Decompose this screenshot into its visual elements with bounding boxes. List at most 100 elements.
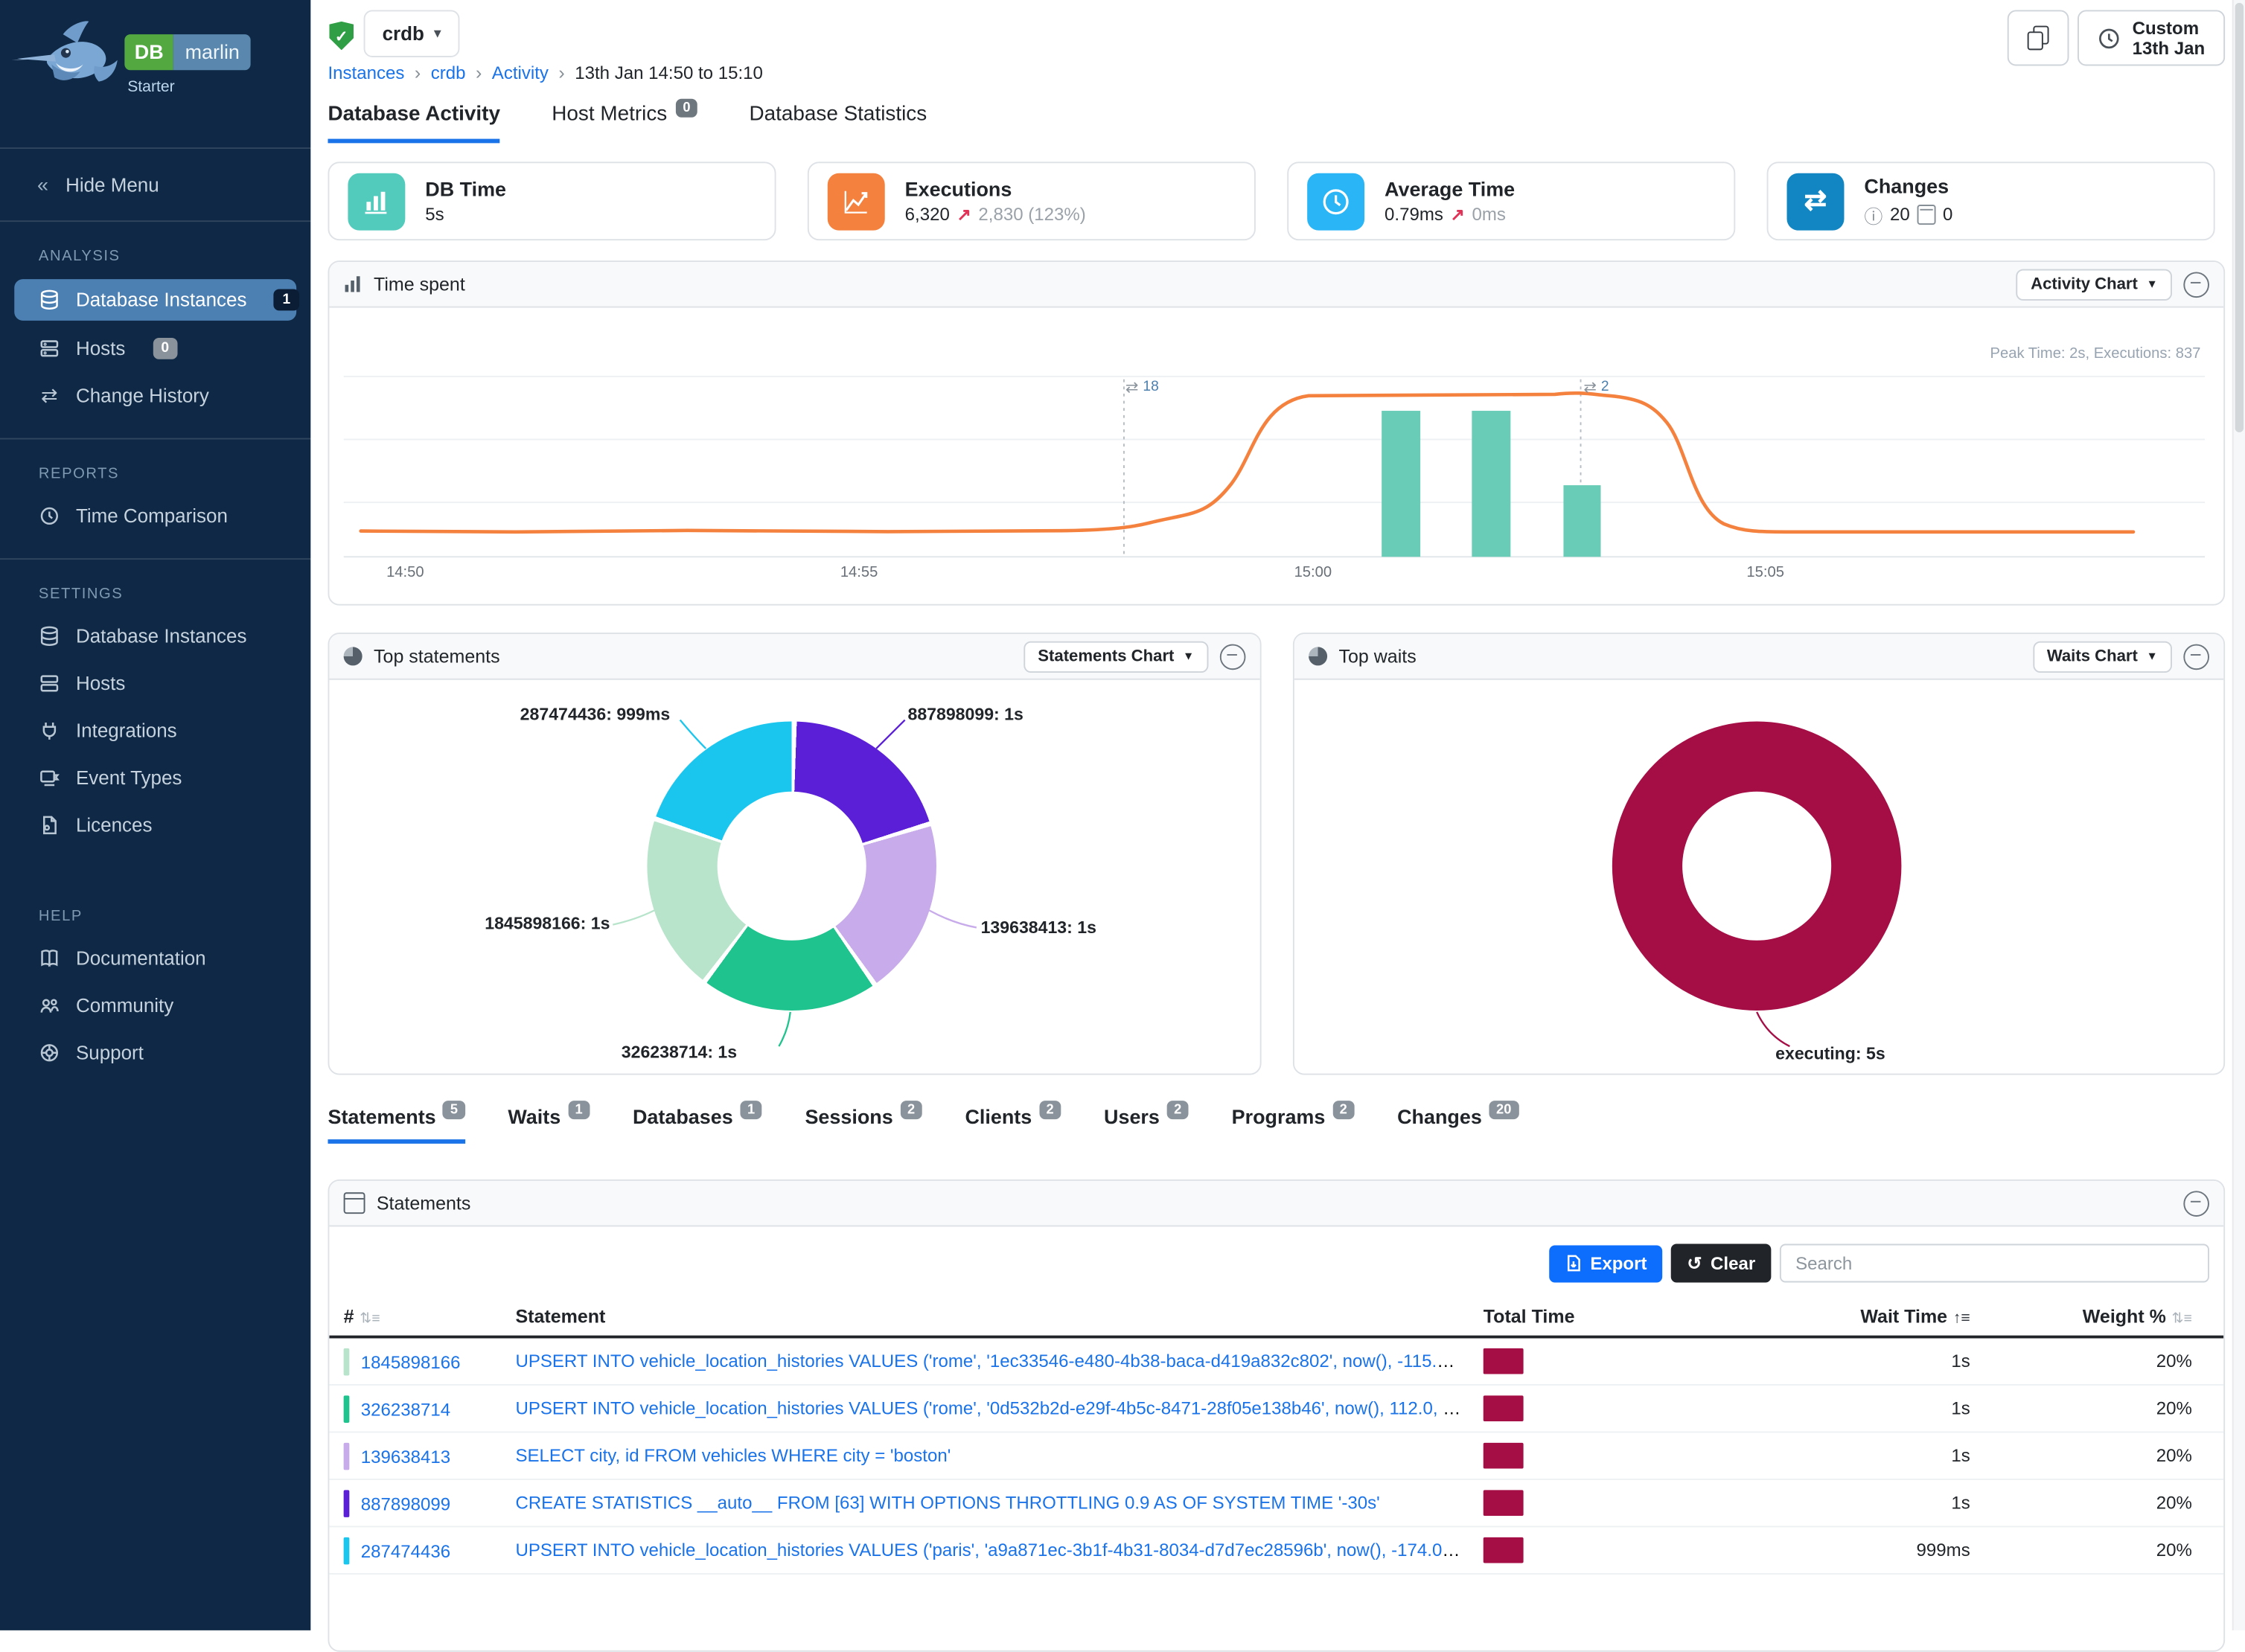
brand-logo[interactable]: DBmarlin Starter xyxy=(0,0,310,149)
clear-button[interactable]: ↺ Clear xyxy=(1671,1244,1771,1283)
sidebar-item-label: Licences xyxy=(76,814,153,836)
tab-database-activity[interactable]: Database Activity xyxy=(328,103,500,143)
scrollbar-thumb[interactable] xyxy=(2235,3,2244,432)
tab-users[interactable]: Users2 xyxy=(1104,1105,1189,1144)
weight-value: 20% xyxy=(1970,1446,2192,1466)
calendar-changes-count: 0 xyxy=(1943,205,1952,225)
tab-databases[interactable]: Databases1 xyxy=(633,1105,762,1144)
tab-programs[interactable]: Programs2 xyxy=(1232,1105,1355,1144)
slice-label: 1845898166: 1s xyxy=(467,913,610,933)
clock-icon xyxy=(39,505,60,527)
sidebar-item-support[interactable]: Support xyxy=(0,1034,310,1072)
sidebar-item-time-comparison[interactable]: Time Comparison xyxy=(0,496,310,535)
chevron-down-icon: ▼ xyxy=(2146,650,2157,662)
sidebar-item-label: Change History xyxy=(76,385,209,406)
tab-statements[interactable]: Statements5 xyxy=(328,1105,464,1144)
sidebar-item-community[interactable]: Community xyxy=(0,986,310,1025)
tab-changes[interactable]: Changes20 xyxy=(1397,1105,1519,1144)
sidebar-item-change-history[interactable]: ⇄ Change History xyxy=(0,377,310,415)
statements-donut-chart[interactable]: 887898099: 1s 139638413: 1s 326238714: 1… xyxy=(329,680,1259,1075)
statement-link[interactable]: SELECT city, id FROM vehicles WHERE city… xyxy=(515,1446,951,1466)
sidebar-item-event-types[interactable]: Event Types xyxy=(0,758,310,797)
card-value: ⓘ 20 0 xyxy=(1864,201,1952,228)
collapse-chevrons-icon: « xyxy=(37,173,48,196)
changes-marker[interactable]: ⇄ 2 xyxy=(1583,378,1609,397)
sidebar-section-analysis: ANALYSIS xyxy=(39,248,310,265)
card-executions[interactable]: Executions 6,320 ↗ 2,830 (123%) xyxy=(808,161,1256,240)
sidebar-item-hosts[interactable]: Hosts 0 xyxy=(0,329,310,368)
sort-icon: ⇅≡ xyxy=(2172,1311,2192,1327)
statement-id-link[interactable]: 287474436 xyxy=(361,1541,450,1561)
table-icon xyxy=(344,1192,365,1214)
brand-marlin: marlin xyxy=(173,34,251,70)
breadcrumb-activity[interactable]: Activity xyxy=(492,63,549,83)
x-axis-tick: 14:55 xyxy=(840,564,878,581)
sidebar-item-settings-database-instances[interactable]: Database Instances xyxy=(0,617,310,656)
activity-chart[interactable]: Peak Time: 2s, Executions: 837 ⇄ 18 xyxy=(329,308,2223,606)
breadcrumb-crdb[interactable]: crdb xyxy=(431,63,466,83)
card-changes[interactable]: ⇄ Changes ⓘ 20 0 xyxy=(1767,161,2215,240)
x-axis-tick: 15:05 xyxy=(1746,564,1784,581)
statement-id-link[interactable]: 326238714 xyxy=(361,1399,450,1419)
instance-selector[interactable]: crdb ▾ xyxy=(364,10,459,57)
sidebar-item-integrations[interactable]: Integrations xyxy=(0,711,310,750)
collapse-panel-icon[interactable] xyxy=(2183,272,2209,298)
tab-waits[interactable]: Waits1 xyxy=(508,1105,590,1144)
collapse-panel-icon[interactable] xyxy=(1220,644,1246,670)
table-toolbar: Export ↺ Clear xyxy=(329,1226,2223,1296)
sidebar-item-database-instances[interactable]: Database Instances 1 xyxy=(14,279,296,321)
top-waits-panel: Top waits Waits Chart▼ executing: 5s xyxy=(1293,633,2225,1075)
book-icon xyxy=(39,947,60,969)
statement-link[interactable]: UPSERT INTO vehicle_location_histories V… xyxy=(515,1540,1483,1560)
panel-title: Top statements xyxy=(374,645,500,667)
tab-database-statistics[interactable]: Database Statistics xyxy=(749,103,927,143)
statements-chart-dropdown[interactable]: Statements Chart▼ xyxy=(1023,641,1208,672)
collapse-panel-icon[interactable] xyxy=(2183,1190,2209,1216)
activity-chart-dropdown[interactable]: Activity Chart▼ xyxy=(2016,269,2172,300)
tab-host-metrics[interactable]: Host Metrics0 xyxy=(552,103,697,143)
card-db-time[interactable]: DB Time 5s xyxy=(328,161,776,240)
statement-color-bar xyxy=(344,1348,350,1375)
col-wait-time[interactable]: Wait Time↑≡ xyxy=(1769,1305,1970,1327)
lifebuoy-icon xyxy=(39,1042,60,1063)
x-axis-tick: 15:00 xyxy=(1294,564,1332,581)
time-range-button[interactable]: Custom 13th Jan xyxy=(2078,10,2226,65)
sidebar-item-licences[interactable]: Licences xyxy=(0,806,310,845)
card-average-time[interactable]: Average Time 0.79ms ↗ 0ms xyxy=(1287,161,1735,240)
info-changes-count: 20 xyxy=(1890,205,1910,225)
col-id[interactable]: #⇅≡ xyxy=(344,1305,516,1327)
sort-icon: ⇅≡ xyxy=(360,1311,380,1327)
sidebar-section-reports: REPORTS xyxy=(39,465,310,482)
sidebar-item-settings-hosts[interactable]: Hosts xyxy=(0,665,310,703)
sidebar-item-label: Community xyxy=(76,995,173,1017)
statement-id-link[interactable]: 887898099 xyxy=(361,1493,450,1514)
sidebar-item-documentation[interactable]: Documentation xyxy=(0,939,310,978)
statement-link[interactable]: UPSERT INTO vehicle_location_histories V… xyxy=(515,1398,1479,1418)
collapse-panel-icon[interactable] xyxy=(2183,644,2209,670)
waits-chart-dropdown[interactable]: Waits Chart▼ xyxy=(2033,641,2172,672)
waits-donut-chart[interactable]: executing: 5s xyxy=(1294,680,2223,1075)
tab-sessions[interactable]: Sessions2 xyxy=(805,1105,922,1144)
tab-clients[interactable]: Clients2 xyxy=(965,1105,1061,1144)
statement-id-link[interactable]: 1845898166 xyxy=(361,1352,461,1372)
hide-menu-label: Hide Menu xyxy=(66,174,159,196)
breadcrumb-instances[interactable]: Instances xyxy=(328,63,404,83)
statements-panel-header: Statements xyxy=(329,1181,2223,1227)
tab-badge: 0 xyxy=(676,99,697,118)
scrollbar[interactable] xyxy=(2232,0,2245,1630)
col-weight[interactable]: Weight %⇅≡ xyxy=(1970,1305,2192,1327)
export-button[interactable]: Export xyxy=(1549,1244,1663,1281)
changes-marker[interactable]: ⇄ 18 xyxy=(1125,378,1159,397)
hide-menu-button[interactable]: « Hide Menu xyxy=(0,149,310,222)
copy-link-button[interactable] xyxy=(2008,10,2069,65)
calendar-icon xyxy=(1917,205,1935,225)
pie-chart-icon xyxy=(344,647,363,665)
col-total-time[interactable]: Total Time xyxy=(1484,1305,1770,1327)
col-statement[interactable]: Statement xyxy=(515,1305,1483,1327)
search-input[interactable] xyxy=(1780,1244,2209,1283)
statement-link[interactable]: CREATE STATISTICS __auto__ FROM [63] WIT… xyxy=(515,1493,1379,1513)
panel-title: Top waits xyxy=(1338,645,1416,667)
plug-icon xyxy=(39,720,60,742)
statement-link[interactable]: UPSERT INTO vehicle_location_histories V… xyxy=(515,1351,1483,1371)
statement-id-link[interactable]: 139638413 xyxy=(361,1447,450,1467)
